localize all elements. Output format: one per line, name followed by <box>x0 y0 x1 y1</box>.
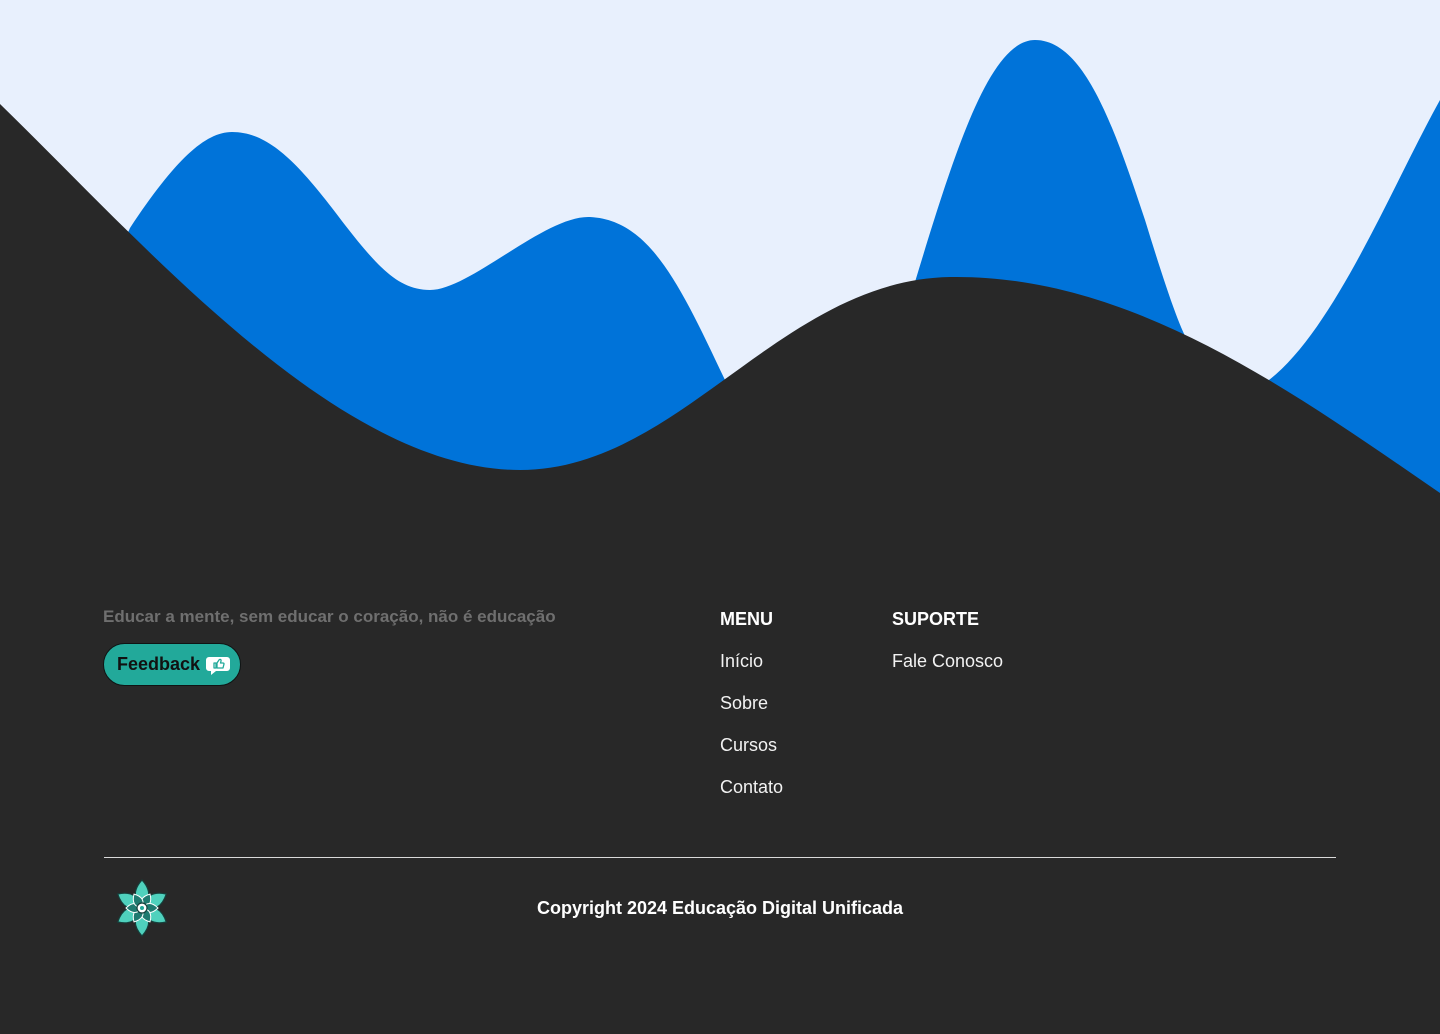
page: Educar a mente, sem educar o coração, nã… <box>0 0 1440 1034</box>
support-column: SUPORTE Fale Conosco <box>892 607 1003 691</box>
menu-link-contato[interactable]: Contato <box>720 775 783 799</box>
menu-heading: MENU <box>720 609 773 629</box>
thumbs-up-bubble-icon <box>206 656 231 675</box>
menu-link-cursos[interactable]: Cursos <box>720 733 783 757</box>
footer: Educar a mente, sem educar o coração, nã… <box>0 0 1440 1034</box>
footer-tagline: Educar a mente, sem educar o coração, nã… <box>103 607 556 626</box>
feedback-button[interactable]: Feedback <box>103 643 241 686</box>
menu-column: MENU Início Sobre Cursos Contato <box>720 607 783 817</box>
menu-link-inicio[interactable]: Início <box>720 649 783 673</box>
support-link-fale-conosco[interactable]: Fale Conosco <box>892 649 1003 673</box>
support-heading: SUPORTE <box>892 609 980 629</box>
menu-link-sobre[interactable]: Sobre <box>720 691 783 715</box>
feedback-button-label: Feedback <box>117 654 201 674</box>
footer-divider <box>104 857 1336 858</box>
copyright-text: Copyright 2024 Educação Digital Unificad… <box>536 898 904 918</box>
